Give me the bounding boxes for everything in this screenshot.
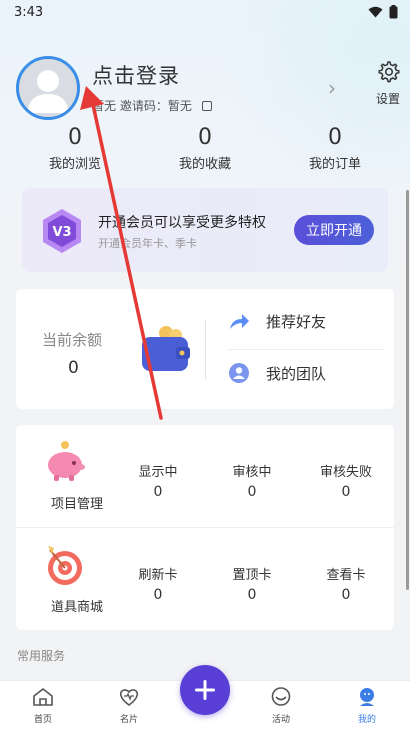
vip-title: 开通会员可以享受更多特权 — [98, 215, 266, 231]
stat-favorites[interactable]: 0 我的收藏 — [160, 124, 250, 172]
props-store-label: 道具商城 — [50, 600, 103, 615]
tab-label: 我的 — [357, 715, 376, 725]
target-icon — [48, 546, 82, 585]
horizontal-divider — [228, 349, 383, 350]
stats-row: 0 我的浏览 0 我的收藏 0 我的订单 — [0, 124, 410, 174]
tab-label: 活动 — [271, 715, 290, 725]
stat-value: 0 — [68, 125, 82, 150]
tab-label: 首页 — [33, 715, 52, 725]
status-bar: 3:43 — [0, 0, 410, 24]
wifi-icon — [368, 6, 383, 18]
stat-review-failed[interactable]: 审核失败 0 — [316, 461, 376, 500]
tab-home[interactable]: 首页 — [18, 687, 68, 725]
wallet-icon — [142, 326, 190, 371]
stat-label: 我的订单 — [308, 157, 361, 172]
recommend-friends-label: 推荐好友 — [266, 313, 327, 331]
settings-button[interactable]: 设置 — [373, 60, 403, 107]
stat-value: 0 — [328, 125, 342, 150]
cell-value: 0 — [341, 484, 351, 500]
card-icon — [119, 689, 139, 706]
cell-value: 0 — [341, 587, 351, 603]
plus-icon — [195, 680, 215, 700]
stat-orders[interactable]: 0 我的订单 — [290, 124, 380, 172]
balance-value: 0 — [68, 358, 79, 378]
home-icon — [33, 688, 53, 706]
vip-badge-icon: V3 — [43, 209, 81, 253]
stat-label: 我的收藏 — [178, 157, 231, 172]
status-time: 3:43 — [14, 4, 44, 20]
chat-icon — [271, 687, 291, 706]
cell-label: 审核中 — [232, 465, 272, 480]
cell-value: 0 — [153, 484, 163, 500]
my-team-item[interactable]: 我的团队 — [228, 362, 326, 384]
props-store-row[interactable]: 道具商城 刷新卡 0 置顶卡 0 查看卡 0 — [16, 528, 394, 630]
my-team-label: 我的团队 — [266, 364, 327, 383]
stat-browsing[interactable]: 0 我的浏览 — [30, 124, 120, 172]
cell-label: 显示中 — [138, 465, 178, 480]
cell-label: 查看卡 — [326, 568, 366, 583]
invite-code-text: 暂无 邀请码：暂无 — [92, 99, 192, 113]
stat-reviewing[interactable]: 审核中 0 — [222, 461, 282, 500]
profile-header[interactable]: 点击登录 暂无 邀请码：暂无 › 设置 — [16, 56, 400, 120]
battery-icon — [389, 5, 398, 19]
login-link[interactable]: 点击登录 — [92, 60, 180, 90]
avatar[interactable] — [16, 56, 80, 120]
cell-label: 刷新卡 — [138, 568, 178, 583]
cell-label: 置顶卡 — [232, 568, 272, 583]
cell-label: 审核失败 — [319, 465, 372, 480]
piggy-bank-icon — [48, 441, 85, 481]
share-arrow-icon — [230, 313, 249, 329]
management-card: 项目管理 显示中 0 审核中 0 审核失败 0 道具商城 刷新卡 0 置顶卡 0… — [16, 425, 394, 630]
stat-label: 我的浏览 — [48, 157, 101, 172]
recommend-friends-item[interactable]: 推荐好友 — [228, 311, 326, 332]
settings-label: 设置 — [375, 92, 400, 106]
project-management-row[interactable]: 项目管理 显示中 0 审核中 0 审核失败 0 — [16, 425, 394, 527]
section-title: 常用服务 — [17, 649, 66, 663]
stat-pin-card[interactable]: 置顶卡 0 — [222, 564, 282, 603]
svg-text:V3: V3 — [52, 225, 71, 240]
profile-icon — [360, 688, 374, 706]
vertical-divider — [205, 320, 206, 380]
add-button[interactable] — [180, 665, 230, 715]
stat-showing[interactable]: 显示中 0 — [128, 461, 188, 500]
tab-activity[interactable]: 活动 — [256, 687, 306, 725]
tab-business-card[interactable]: 名片 — [104, 687, 154, 725]
stat-refresh-card[interactable]: 刷新卡 0 — [128, 564, 188, 603]
stat-value: 0 — [198, 125, 212, 150]
gear-icon — [378, 61, 400, 83]
open-vip-button[interactable]: 立即开通 — [294, 215, 374, 245]
cell-value: 0 — [247, 484, 257, 500]
tab-mine[interactable]: 我的 — [342, 687, 392, 725]
chevron-right-icon[interactable]: › — [328, 76, 336, 100]
cell-value: 0 — [247, 587, 257, 603]
project-management-label: 项目管理 — [50, 497, 103, 512]
tab-label: 名片 — [119, 715, 138, 725]
cell-value: 0 — [153, 587, 163, 603]
vip-banner[interactable]: V3 开通会员可以享受更多特权 开通会员年卡、季卡 立即开通 — [22, 188, 388, 272]
scrollbar[interactable] — [406, 190, 409, 590]
stat-view-card[interactable]: 查看卡 0 — [316, 564, 376, 603]
copy-icon[interactable] — [201, 100, 212, 111]
default-avatar-icon — [27, 70, 69, 113]
invite-code-row: 暂无 邀请码：暂无 — [92, 97, 212, 114]
balance-card: 当前余额 0 推荐好友 我的团队 — [16, 289, 394, 409]
balance-label: 当前余额 — [42, 331, 103, 349]
team-icon — [229, 363, 249, 383]
vip-subtitle: 开通会员年卡、季卡 — [98, 237, 197, 250]
